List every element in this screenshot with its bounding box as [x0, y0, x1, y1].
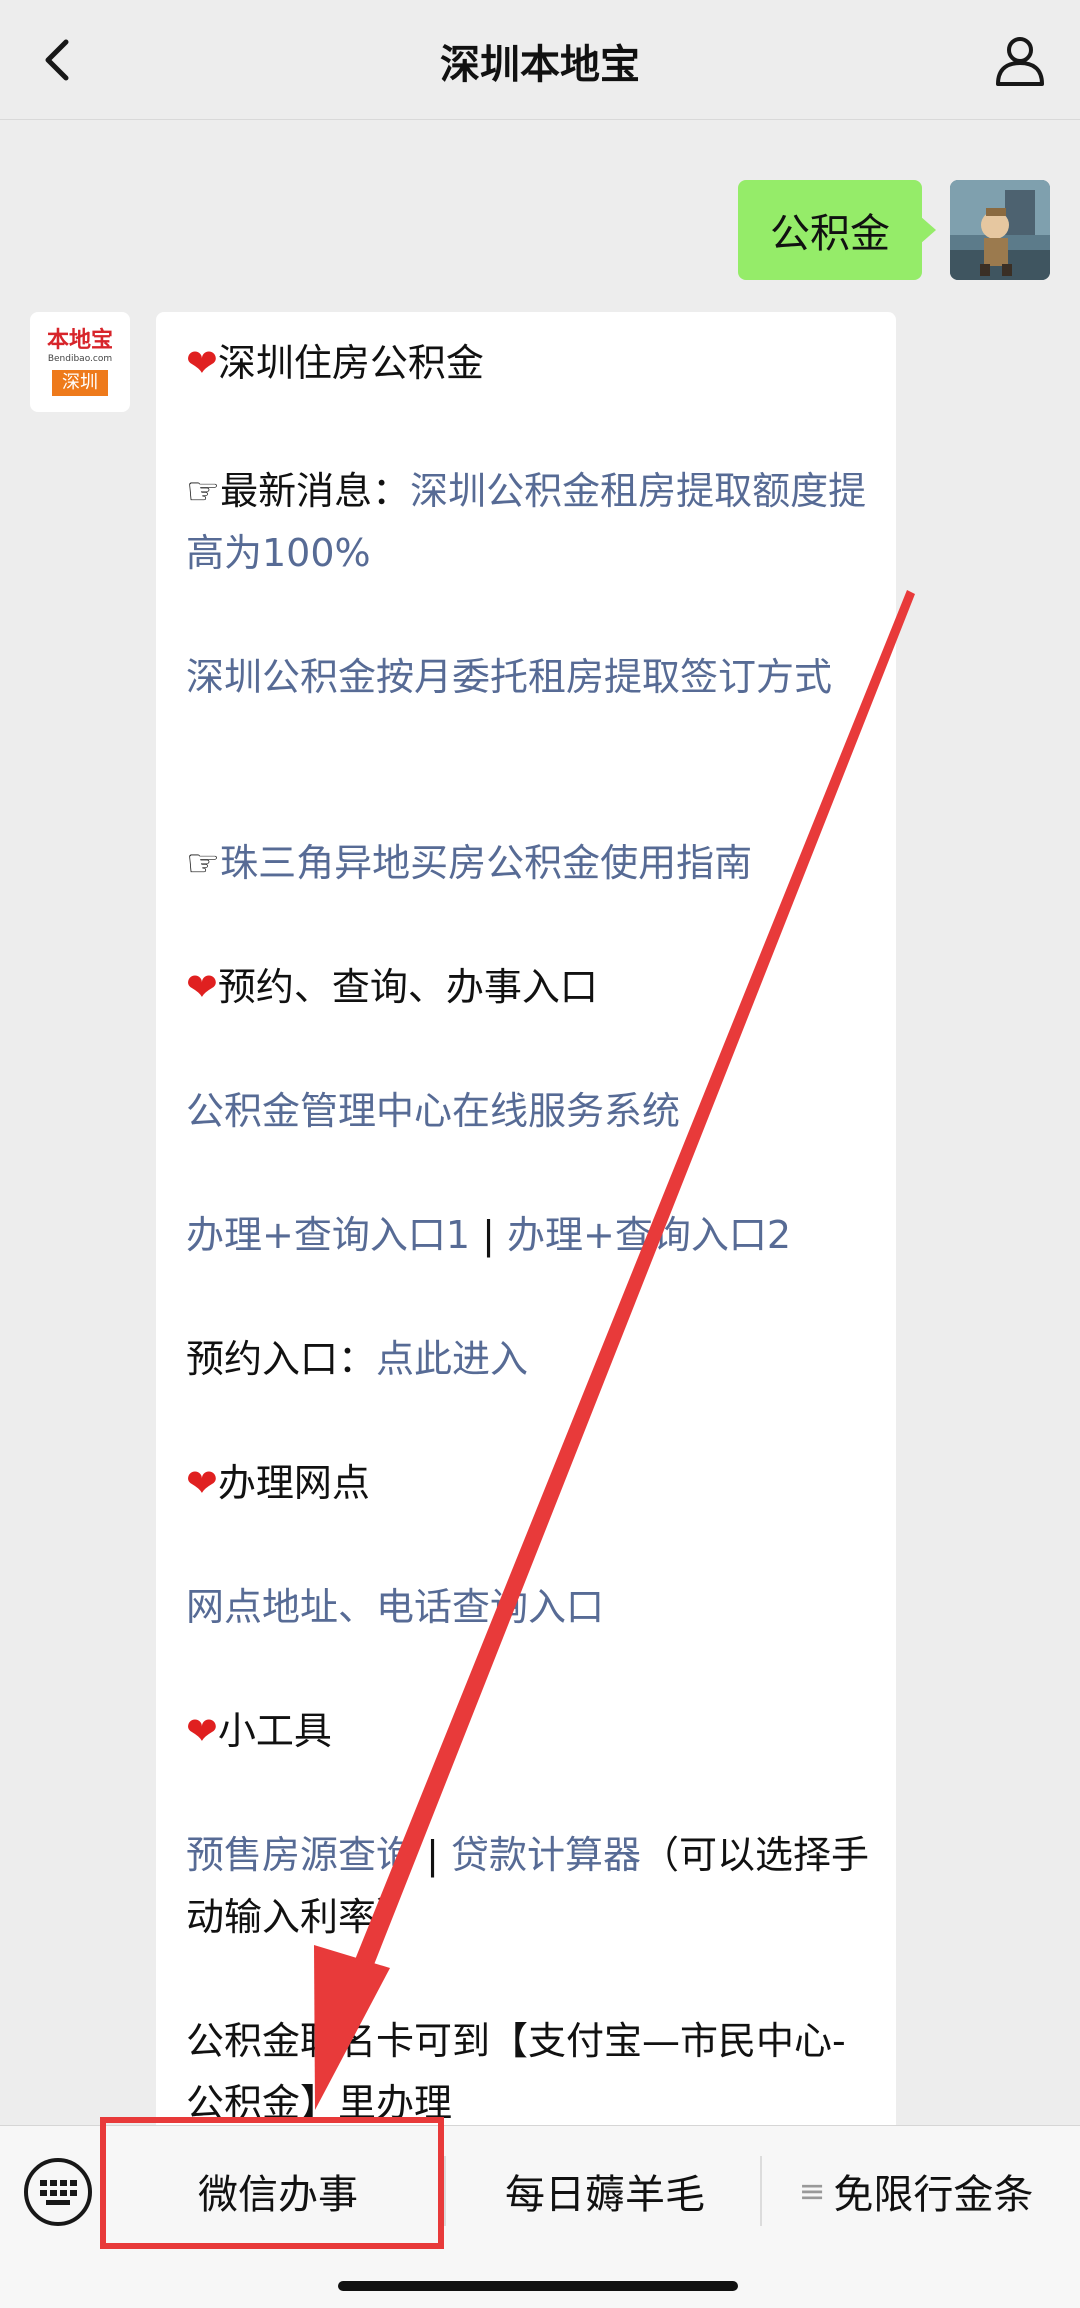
heart-icon: ❤	[186, 341, 218, 385]
chat-title: 深圳本地宝	[440, 42, 640, 88]
news-line: ☞最新消息：深圳公积金租房提取额度提高为100%	[186, 469, 867, 575]
entry-2-link[interactable]: 办理+查询入口2	[507, 1213, 791, 1257]
loan-calculator-link[interactable]: 贷款计算器	[451, 1833, 641, 1877]
annotation-highlight-box	[100, 2117, 444, 2249]
pointing-hand-icon: ☞	[186, 841, 221, 885]
link-line: ☞珠三角异地买房公积金使用指南	[186, 832, 876, 894]
entry-1-link[interactable]: 办理+查询入口1	[186, 1213, 470, 1257]
link-line: 公积金管理中心在线服务系统	[186, 1080, 876, 1142]
heart-icon: ❤	[186, 1461, 218, 1505]
submenu-list-icon: ≡	[798, 2172, 826, 2210]
link-line: 深圳公积金按月委托租房提取签订方式	[186, 646, 876, 708]
presale-query-link[interactable]: 预售房源查询	[186, 1833, 414, 1877]
avatar-domain-text: Bendibao.com	[47, 354, 113, 364]
tools-line: 预售房源查询 | 贷款计算器（可以选择手动输入利率）	[186, 1833, 870, 1939]
branch-query-link[interactable]: 网点地址、电话查询入口	[186, 1585, 604, 1629]
appointment-line: 预约入口：点此进入	[186, 1337, 529, 1381]
incoming-bubble: ❤深圳住房公积金 ☞最新消息：深圳公积金租房提取额度提高为100% 深圳公积金按…	[156, 312, 896, 2142]
online-service-link[interactable]: 公积金管理中心在线服务系统	[186, 1089, 680, 1133]
menu-divider	[444, 2156, 446, 2226]
heart-icon: ❤	[186, 1709, 218, 1753]
link-line: 网点地址、电话查询入口	[186, 1576, 876, 1638]
card-info-line: 公积金联名卡可到【支付宝—市民中心-公积金】里办理	[186, 2019, 846, 2125]
avatar-brand-text: 本地宝	[46, 328, 113, 353]
avatar-city-text: 深圳	[52, 370, 108, 396]
profile-icon[interactable]	[990, 30, 1050, 90]
bendibao-avatar[interactable]: 本地宝 Bendibao.com 深圳	[30, 312, 130, 412]
section-heading: ❤深圳住房公积金	[186, 341, 484, 385]
section-heading: ❤预约、查询、办事入口	[186, 965, 598, 1009]
user-avatar[interactable]	[950, 180, 1050, 280]
menu-no-restriction-loan[interactable]: ≡ 免限行金条	[766, 2126, 1066, 2256]
outgoing-message: 公积金	[738, 180, 1050, 280]
keyboard-icon	[40, 2180, 77, 2205]
menu-divider	[760, 2156, 762, 2226]
entrust-rent-link[interactable]: 深圳公积金按月委托租房提取签订方式	[186, 655, 832, 699]
menu-daily-deals[interactable]: 每日薅羊毛	[450, 2126, 760, 2256]
section-heading: ❤办理网点	[186, 1461, 370, 1505]
chat-header: 深圳本地宝	[0, 0, 1080, 120]
heart-icon: ❤	[186, 965, 218, 1009]
outgoing-bubble[interactable]: 公积金	[738, 180, 936, 280]
home-indicator	[338, 2281, 738, 2291]
link-line: 办理+查询入口1 | 办理+查询入口2	[186, 1213, 792, 1257]
keyboard-toggle-button[interactable]	[24, 2158, 92, 2226]
appointment-link[interactable]: 点此进入	[376, 1337, 528, 1381]
prd-guide-link[interactable]: 珠三角异地买房公积金使用指南	[220, 841, 752, 885]
section-heading: ❤小工具	[186, 1709, 332, 1753]
